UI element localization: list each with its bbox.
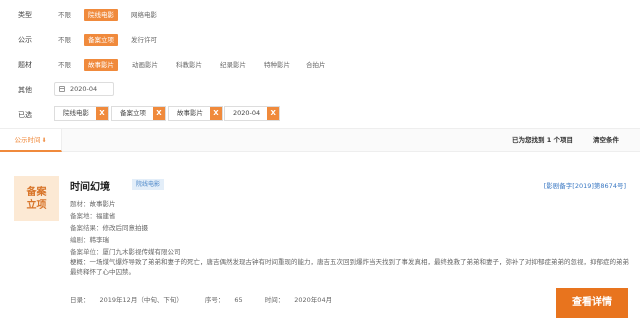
meta-time: 时间： 2020年04月 [264,296,333,304]
type-tag: 院线电影 [132,179,165,190]
status-badge-line2: 立项 [26,199,47,211]
remove-chip-icon[interactable]: X [96,107,108,120]
field-label: 备案地： [70,212,96,220]
field-label: 编剧： [70,236,90,244]
synopsis: 梗概：一场煤气爆炸导致了弟弟和妻子的死亡，唐吉偶然发现古钟有时间重现的能力，唐吉… [70,257,630,277]
filter-announce-option-filing[interactable]: 备案立项 [84,34,118,46]
view-details-button[interactable]: 查看详情 [556,288,628,318]
sort-by-announce-time-tab[interactable]: 公示时间⬇ [0,129,62,152]
remove-chip-icon[interactable]: X [153,107,165,120]
filter-subject-option-science[interactable]: 科教影片 [172,59,206,71]
meta-batch: 日录： 2019年12月（中旬、下旬） [70,296,183,304]
selected-chip-date: 2020-04 X [224,106,281,121]
filter-subject-label: 题材 [18,61,32,69]
field-value: 厦门九木影视传媒有限公司 [102,248,181,256]
filter-announce-label: 公示 [18,36,32,44]
registration-number: [影剧备字[2019]第8674号] [543,182,626,190]
selected-chip-story: 故事影片 X [168,106,223,121]
status-badge: 备案 立项 [14,176,59,221]
date-picker-value: 2020-04 [70,85,98,93]
filter-other-label: 其他 [18,86,32,94]
field-label: 题材： [70,200,90,208]
field-value: 修改后同意拍摄 [102,224,149,232]
chip-label: 备案立项 [120,109,146,117]
field-value: 故事影片 [89,200,116,208]
status-badge-line1: 备案 [26,186,47,198]
field-screenwriter: 编剧：韩李瑞 [70,234,109,244]
filter-subject-option-special[interactable]: 特种影片 [260,59,294,71]
filter-type-option-online[interactable]: 网络电影 [127,9,161,21]
meta-seq: 序号： 65 [204,296,243,304]
chip-label: 故事影片 [177,109,203,117]
sort-tab-label: 公示时间 [14,136,41,144]
filter-announce-option-license[interactable]: 发行许可 [127,34,161,46]
card-meta: 日录： 2019年12月（中旬、下旬） 序号： 65 时间： 2020年04月 [70,294,352,304]
remove-chip-icon[interactable]: X [267,107,280,120]
project-title[interactable]: 时间幻境 [70,178,110,193]
filter-type-label: 类型 [18,11,32,19]
selected-chip-theatrical: 院线电影 X [54,106,109,121]
chip-label: 2020-04 [233,109,261,117]
remove-chip-icon[interactable]: X [210,107,222,120]
filter-subject-option-coproduction[interactable]: 合拍片 [302,59,330,71]
result-count-text: 已为您找到 1 个项目 [512,136,574,144]
field-result: 备案结果：修改后同意拍摄 [70,222,148,232]
filter-type-option-any[interactable]: 不限 [54,9,75,21]
chip-label: 院线电影 [63,109,89,117]
filter-type-option-theatrical[interactable]: 院线电影 [84,9,118,21]
filter-subject-option-animation[interactable]: 动画影片 [128,59,162,71]
filter-subject-option-documentary[interactable]: 纪录影片 [216,59,250,71]
field-label: 备案单位： [70,248,103,256]
sort-down-icon: ⬇ [41,137,47,144]
field-value: 韩李瑞 [89,236,110,244]
field-subject: 题材：故事影片 [70,198,116,208]
field-location: 备案地：福建省 [70,210,116,220]
synopsis-label: 梗概： [70,258,90,266]
filter-subject-option-story[interactable]: 故事影片 [84,59,118,71]
field-company: 备案单位：厦门九木影视传媒有限公司 [70,246,181,256]
field-value: 福建省 [96,212,116,220]
sort-bar: 公示时间⬇ 已为您找到 1 个项目 清空条件 [0,128,640,152]
calendar-icon [59,86,65,92]
selected-filters-label: 已选 [18,111,32,119]
date-picker[interactable]: 2020-04 [54,82,114,96]
filter-announce-option-any[interactable]: 不限 [54,34,75,46]
selected-chip-filing: 备案立项 X [111,106,166,121]
clear-filters-button[interactable]: 清空条件 [593,129,619,152]
synopsis-text: 一场煤气爆炸导致了弟弟和妻子的死亡，唐吉偶然发现古钟有时间重现的能力，唐吉五次回… [70,258,629,276]
filter-subject-option-any[interactable]: 不限 [54,59,75,71]
field-label: 备案结果： [70,224,103,232]
